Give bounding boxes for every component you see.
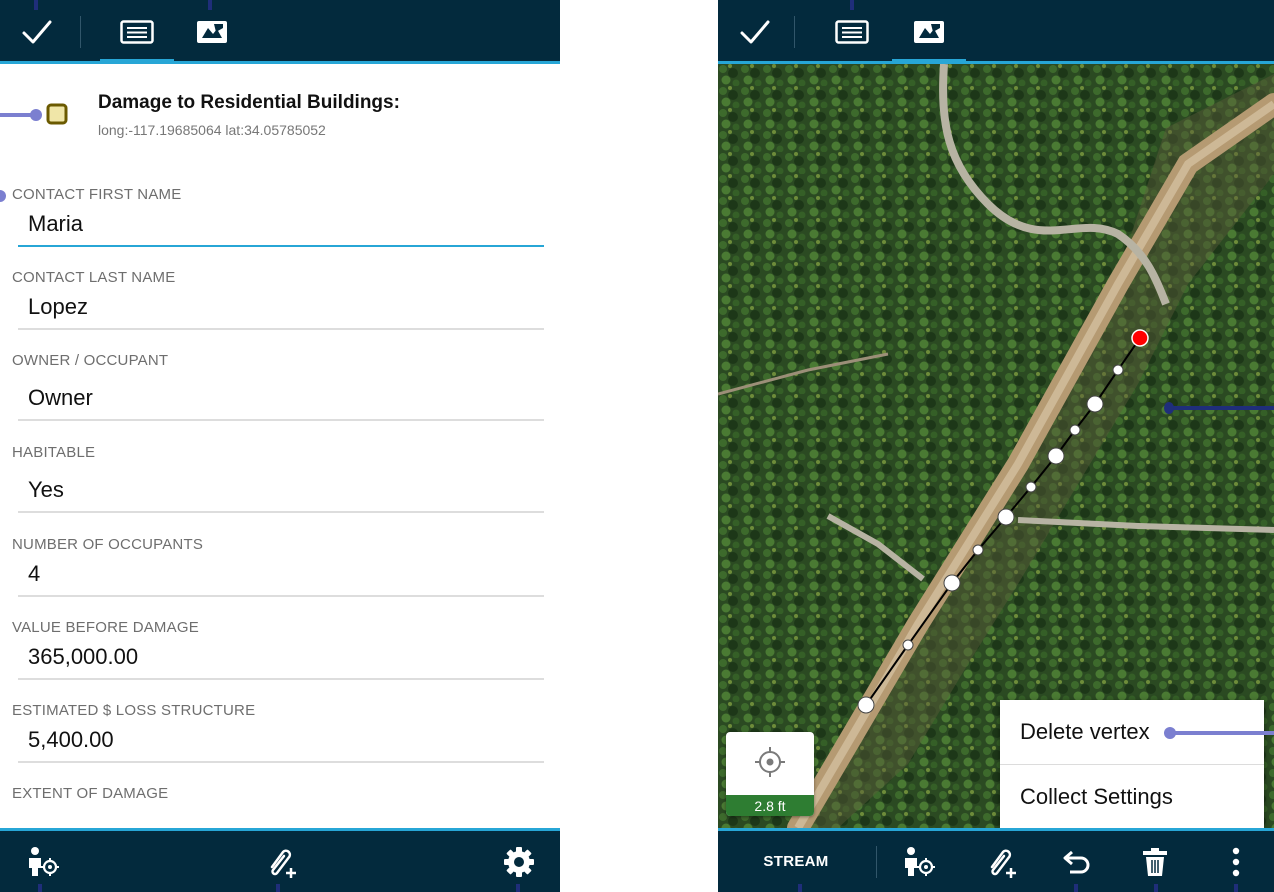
toolbar-divider xyxy=(794,16,795,48)
add-attachment-button[interactable] xyxy=(256,831,306,892)
submit-button[interactable] xyxy=(730,0,780,64)
location-accuracy-widget[interactable]: 2.8 ft xyxy=(726,732,814,816)
field-label: HABITABLE xyxy=(12,444,96,461)
attachment-add-icon xyxy=(990,849,1016,878)
field-label: CONTACT LAST NAME xyxy=(12,269,176,286)
context-menu: Delete vertex Collect Settings xyxy=(1000,700,1264,828)
menu-item-label: Delete vertex xyxy=(1020,719,1150,744)
field-label: ESTIMATED $ LOSS STRUCTURE xyxy=(12,702,256,719)
field-value[interactable]: Maria xyxy=(28,211,544,241)
accuracy-badge: 2.8 ft xyxy=(726,794,814,816)
field-label: NUMBER OF OCCUPANTS xyxy=(12,536,204,553)
field-estimated-loss-structure[interactable]: ESTIMATED $ LOSS STRUCTURE 5,400.00 xyxy=(12,702,544,763)
tab-map-edit[interactable] xyxy=(176,0,248,64)
feature-title: Damage to Residential Buildings: xyxy=(98,92,400,113)
tab-form[interactable] xyxy=(100,0,174,64)
form-icon xyxy=(835,20,869,44)
map-edit-icon xyxy=(197,21,227,43)
field-underline xyxy=(18,511,544,513)
field-contact-last-name[interactable]: CONTACT LAST NAME Lopez xyxy=(12,269,544,330)
callout-marker xyxy=(34,0,38,10)
more-vert-icon xyxy=(1232,847,1240,876)
map-bottom-toolbar: STREAM xyxy=(718,828,1274,892)
add-attachment-button[interactable] xyxy=(976,831,1026,892)
more-options-button[interactable] xyxy=(1214,831,1258,892)
field-owner-occupant[interactable]: OWNER / OCCUPANT Owner xyxy=(12,352,544,421)
trash-icon xyxy=(1143,847,1167,876)
field-label: CONTACT FIRST NAME xyxy=(12,186,182,203)
callout-dot xyxy=(1164,727,1176,739)
callout-line xyxy=(1168,731,1274,735)
undo-icon xyxy=(1063,850,1090,873)
field-extent-of-damage[interactable]: EXTENT OF DAMAGE xyxy=(12,785,544,802)
field-underline xyxy=(18,678,544,680)
callout-marker xyxy=(208,0,212,10)
callout-marker xyxy=(276,884,280,892)
callout-marker xyxy=(1074,884,1078,892)
callout-marker xyxy=(516,884,520,892)
map-edit-icon xyxy=(914,21,944,43)
feature-coordinates: long:-117.19685064 lat:34.05785052 xyxy=(98,122,326,138)
callout-marker xyxy=(798,884,802,892)
callout-dot xyxy=(1164,402,1174,414)
gps-person-icon xyxy=(29,846,59,876)
form-screen: Damage to Residential Buildings: long:-1… xyxy=(0,0,560,892)
settings-button[interactable] xyxy=(494,831,544,892)
delete-button[interactable] xyxy=(1130,831,1180,892)
callout-dot xyxy=(30,109,42,121)
check-icon xyxy=(740,20,770,44)
field-label: EXTENT OF DAMAGE xyxy=(12,785,169,802)
toolbar-divider xyxy=(80,16,81,48)
stream-label: STREAM xyxy=(763,853,829,870)
callout-marker xyxy=(1234,884,1238,892)
map-screen: 2.8 ft Delete vertex Collect Settings ST… xyxy=(718,0,1274,892)
field-underline xyxy=(18,419,544,421)
field-underline xyxy=(18,245,544,247)
crosshair-icon xyxy=(755,747,785,777)
field-underline xyxy=(18,328,544,330)
toolbar-divider xyxy=(876,846,877,878)
field-value[interactable]: Lopez xyxy=(28,294,544,324)
field-value[interactable]: 365,000.00 xyxy=(28,644,544,674)
stream-button[interactable]: STREAM xyxy=(754,831,838,892)
map-top-toolbar xyxy=(718,0,1274,64)
field-value-before-damage[interactable]: VALUE BEFORE DAMAGE 365,000.00 xyxy=(12,619,544,680)
callout-marker xyxy=(850,0,854,10)
field-underline xyxy=(18,595,544,597)
selected-vertex[interactable] xyxy=(1131,329,1149,347)
undo-button[interactable] xyxy=(1052,831,1102,892)
menu-item-collect-settings[interactable]: Collect Settings xyxy=(1000,764,1264,828)
gps-location-button[interactable] xyxy=(894,831,944,892)
feature-header: Damage to Residential Buildings: long:-1… xyxy=(0,70,560,160)
form-bottom-toolbar xyxy=(0,828,560,892)
field-value[interactable]: 5,400.00 xyxy=(28,727,544,757)
field-value[interactable]: Yes xyxy=(28,477,544,507)
field-value[interactable]: Owner xyxy=(28,385,544,415)
form-top-toolbar xyxy=(0,0,560,64)
field-value[interactable]: 4 xyxy=(28,561,544,591)
field-label: VALUE BEFORE DAMAGE xyxy=(12,619,199,636)
field-label: OWNER / OCCUPANT xyxy=(12,352,169,369)
gps-location-button[interactable] xyxy=(18,831,68,892)
field-habitable[interactable]: HABITABLE Yes xyxy=(12,444,544,513)
tab-map-edit[interactable] xyxy=(892,0,966,64)
callout-dot xyxy=(0,190,6,202)
field-underline xyxy=(18,761,544,763)
callout-marker xyxy=(1154,884,1158,892)
check-icon xyxy=(22,20,52,44)
toolbar-accent-line xyxy=(0,61,560,64)
attachment-add-icon xyxy=(270,849,296,878)
callout-line xyxy=(1166,406,1274,410)
callout-marker xyxy=(38,884,42,892)
gear-icon xyxy=(504,846,534,877)
gps-person-icon xyxy=(905,846,935,876)
field-number-of-occupants[interactable]: NUMBER OF OCCUPANTS 4 xyxy=(12,536,544,597)
menu-item-label: Collect Settings xyxy=(1020,783,1173,809)
field-contact-first-name[interactable]: CONTACT FIRST NAME Maria xyxy=(12,186,544,247)
point-feature-icon xyxy=(46,103,68,125)
form-icon xyxy=(120,20,154,44)
